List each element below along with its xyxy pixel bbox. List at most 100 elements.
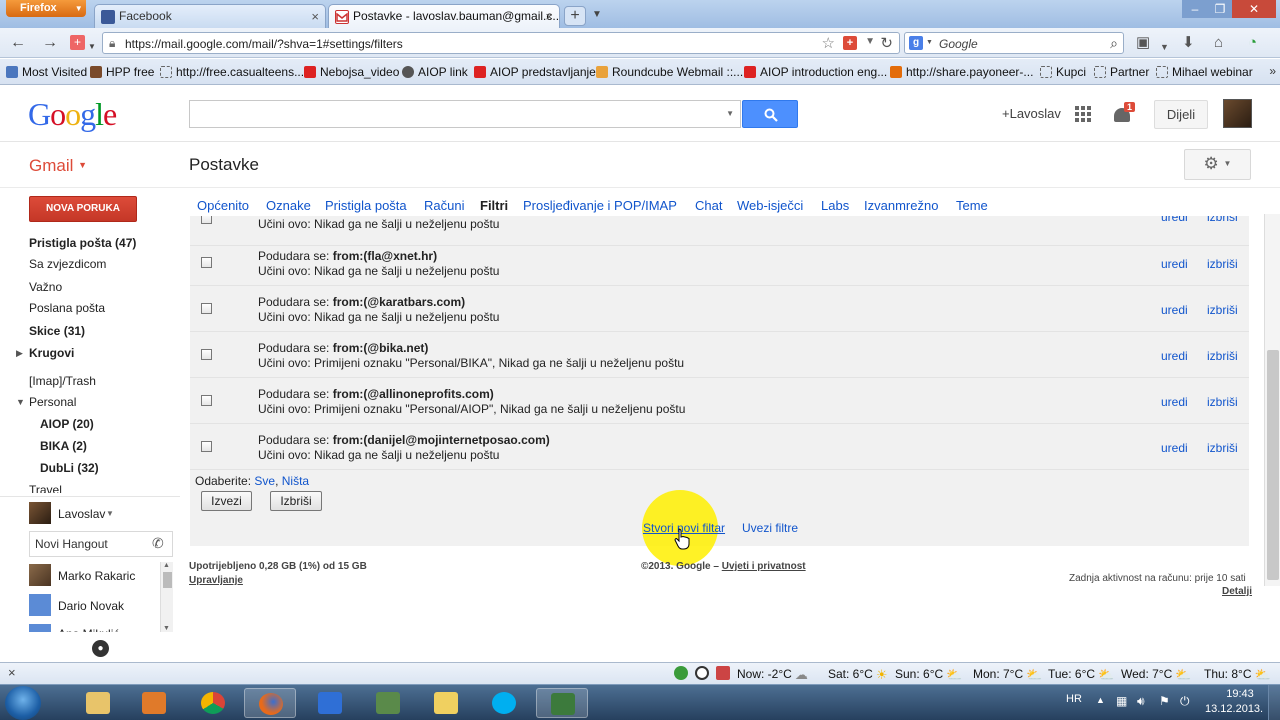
filter-checkbox[interactable] <box>201 395 212 406</box>
bookmark-item[interactable]: Mihael webinar <box>1156 65 1253 79</box>
notifications-bell-icon[interactable]: 1 <box>1112 102 1136 126</box>
bookmark-item[interactable]: Roundcube Webmail ::... <box>596 65 743 79</box>
nav-imap-trash[interactable]: [Imap]/Trash <box>29 374 96 388</box>
import-filters-link[interactable]: Uvezi filtre <box>742 521 798 535</box>
close-icon[interactable]: × <box>8 665 16 680</box>
apps-grid-icon[interactable] <box>1075 106 1091 122</box>
tab-facebook[interactable]: Facebook × <box>94 4 326 28</box>
tab-web-clips[interactable]: Web-isječci <box>737 198 803 213</box>
taskbar-camtasia[interactable] <box>536 688 588 718</box>
back-arrow-icon[interactable]: ← <box>10 34 26 52</box>
compose-button[interactable]: NOVA PORUKA <box>29 196 137 222</box>
browser-search-box[interactable]: g ▼ Google ⌕ <box>904 32 1124 54</box>
contact-item[interactable]: Ana Mikulić <box>58 627 119 632</box>
filter-checkbox[interactable] <box>201 257 212 268</box>
tab-offline[interactable]: Izvanmrežno <box>864 198 938 213</box>
bookmark-item[interactable]: AIOP link <box>402 65 468 79</box>
weather-day[interactable]: Thu: 8°C ⛅ <box>1204 667 1271 683</box>
contact-item[interactable]: Dario Novak <box>58 599 124 613</box>
bookmark-item[interactable]: Kupci <box>1040 65 1086 79</box>
edit-filter-link[interactable]: uredi <box>1161 395 1188 409</box>
taskbar-app[interactable] <box>420 688 472 718</box>
delete-filter-link[interactable]: izbriši <box>1207 349 1238 363</box>
start-button[interactable] <box>5 686 41 720</box>
taskbar-app[interactable] <box>304 688 356 718</box>
chevron-down-icon[interactable]: ▼ <box>106 509 114 518</box>
clock-icon[interactable] <box>695 666 709 680</box>
share-button[interactable]: Dijeli <box>1154 100 1208 129</box>
weather-day[interactable]: Mon: 7°C ⛅ <box>973 667 1042 683</box>
bookmarks-overflow-button[interactable]: » <box>1269 64 1276 78</box>
tab-themes[interactable]: Teme <box>956 198 988 213</box>
contact-item[interactable]: Marko Rakaric <box>58 569 135 583</box>
edit-filter-link[interactable]: uredi <box>1161 303 1188 317</box>
bookmark-item[interactable]: http://share.payoneer-... <box>890 65 1033 79</box>
nav-starred[interactable]: Sa zvjezdicom <box>29 257 106 271</box>
delete-filter-link[interactable]: izbriši <box>1207 216 1238 224</box>
weather-now[interactable]: Now: -2°C ☁ <box>737 667 808 683</box>
chevron-down-icon[interactable]: ▼ <box>926 39 933 46</box>
search-icon[interactable]: ⌕ <box>1110 35 1118 52</box>
nav-label-bika[interactable]: BIKA (2) <box>40 439 87 453</box>
delete-filter-link[interactable]: izbriši <box>1207 395 1238 409</box>
sync-icon[interactable]: ◔ <box>1248 34 1257 52</box>
chevron-down-icon[interactable]: ▼ <box>1160 38 1169 56</box>
show-hidden-icons[interactable]: ▲ <box>1096 695 1105 705</box>
nav-sent[interactable]: Poslana pošta <box>29 301 105 315</box>
tab-forwarding[interactable]: Prosljeđivanje i POP/IMAP <box>523 198 677 213</box>
nav-drafts[interactable]: Skice (31) <box>29 324 85 338</box>
maximize-button[interactable]: ❐ <box>1208 0 1232 18</box>
network-icon[interactable]: ▦ <box>1116 695 1129 708</box>
screenshot-icon[interactable]: ▣ <box>1136 34 1150 52</box>
gmail-search-input[interactable]: ▼ <box>189 100 741 128</box>
select-all-link[interactable]: Sve <box>254 474 275 488</box>
home-icon[interactable]: ⌂ <box>1214 34 1223 52</box>
nav-label-dubli[interactable]: DubLi (32) <box>40 461 99 475</box>
tab-chat[interactable]: Chat <box>695 198 722 213</box>
weather-day[interactable]: Sun: 6°C ⛅ <box>895 667 962 683</box>
scrollbar-thumb[interactable] <box>1267 350 1279 580</box>
tab-filters[interactable]: Filtri <box>480 198 508 213</box>
show-desktop-button[interactable] <box>1268 685 1280 720</box>
chevron-down-icon[interactable]: ▼ <box>88 38 96 56</box>
expand-arrow-icon[interactable]: ▶ <box>16 348 23 359</box>
action-center-icon[interactable]: ⚑ <box>1159 695 1172 708</box>
delete-filter-link[interactable]: izbriši <box>1207 303 1238 317</box>
addon-icon[interactable]: + <box>70 35 85 50</box>
nav-label-aiop[interactable]: AIOP (20) <box>40 417 94 431</box>
main-scrollbar[interactable] <box>1264 214 1280 586</box>
tab-inbox[interactable]: Pristigla pošta <box>325 198 407 213</box>
filter-checkbox[interactable] <box>201 441 212 452</box>
account-avatar[interactable] <box>1223 99 1252 128</box>
clock-time[interactable]: 19:43 <box>1220 688 1260 700</box>
tab-accounts[interactable]: Računi <box>424 198 464 213</box>
power-icon[interactable]: ⏻ <box>1180 695 1193 708</box>
weather-day[interactable]: Tue: 6°C ⛅ <box>1048 667 1114 683</box>
settings-gear-button[interactable]: ⚙ ▼ <box>1184 149 1251 180</box>
bookmark-item[interactable]: Nebojsa_video <box>304 65 399 79</box>
google-plus-profile-link[interactable]: +Lavoslav <box>1002 106 1061 121</box>
nav-important[interactable]: Važno <box>29 280 62 294</box>
nav-travel[interactable]: Travel <box>29 483 62 493</box>
taskbar-media-player[interactable] <box>128 688 180 718</box>
taskbar-chrome[interactable] <box>187 688 239 718</box>
close-icon[interactable]: × <box>545 9 553 24</box>
reload-icon[interactable]: ↻ <box>880 34 893 52</box>
filter-checkbox[interactable] <box>201 216 212 224</box>
search-button[interactable] <box>742 100 798 128</box>
terms-privacy-link[interactable]: Uvjeti i privatnost <box>722 561 806 572</box>
activity-details-link[interactable]: Detalji <box>1222 586 1252 597</box>
language-indicator[interactable]: HR <box>1066 693 1082 705</box>
status-green-icon[interactable] <box>674 666 688 680</box>
taskbar-firefox[interactable] <box>244 688 296 718</box>
bookmark-star-icon[interactable]: ☆ <box>822 34 835 52</box>
delete-selected-button[interactable]: Izbriši <box>270 491 322 511</box>
bookmark-item[interactable]: Partner <box>1094 65 1149 79</box>
tab-labs[interactable]: Labs <box>821 198 849 213</box>
url-dropdown-icon[interactable]: ▼ <box>865 36 875 47</box>
bookmark-item[interactable]: AIOP predstavljanje <box>474 65 596 79</box>
edit-filter-link[interactable]: uredi <box>1161 349 1188 363</box>
delete-filter-link[interactable]: izbriši <box>1207 441 1238 455</box>
taskbar-explorer[interactable] <box>72 688 124 718</box>
tab-gmail-settings[interactable]: Postavke - lavoslav.bauman@gmail.c... × <box>328 4 560 28</box>
